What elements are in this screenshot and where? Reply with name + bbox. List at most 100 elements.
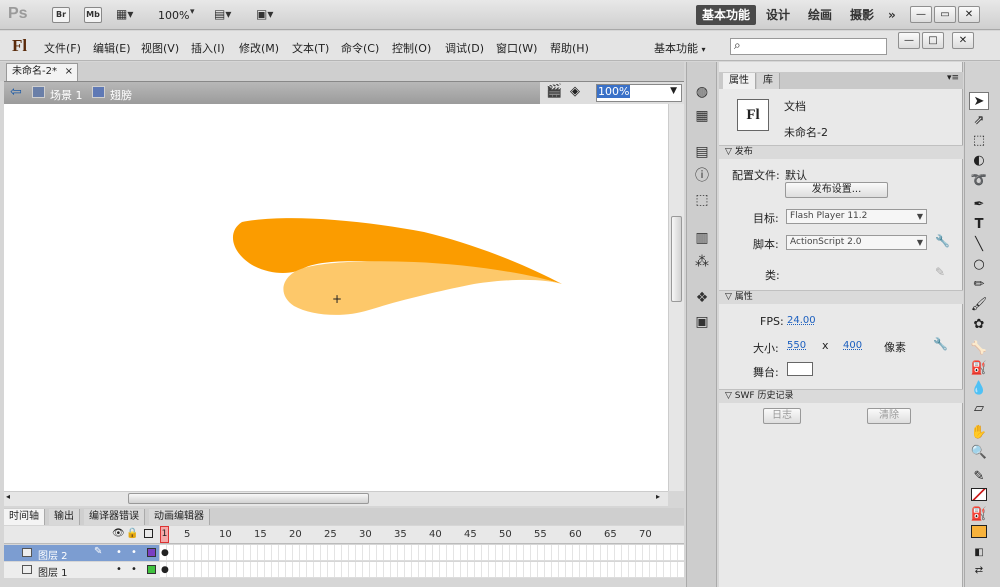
menu-text[interactable]: 文本(T) [292, 40, 329, 56]
menu-edit[interactable]: 编辑(E) [93, 40, 131, 56]
lock-icon[interactable]: 🔒 [126, 528, 138, 539]
horizontal-scroll-thumb[interactable] [128, 493, 369, 504]
pencil-tool-icon[interactable]: ✏ [969, 276, 989, 294]
oval-tool-icon[interactable]: ○ [969, 256, 989, 274]
stage-horizontal-scrollbar[interactable]: ◂ ▸ [4, 491, 668, 506]
playhead[interactable]: 1 [160, 526, 169, 543]
eyedropper-tool-icon[interactable]: 💧 [969, 380, 989, 398]
arrange-documents-icon[interactable]: ▤▾ [214, 7, 236, 23]
actionscript-settings-wrench-icon[interactable]: 🔧 [935, 234, 950, 248]
keyframe-dot[interactable]: ● [161, 565, 169, 575]
text-tool-icon[interactable]: T [969, 216, 989, 234]
visibility-dot[interactable]: • [116, 547, 122, 558]
pen-tool-icon[interactable]: ✒ [969, 196, 989, 214]
document-settings-wrench-icon[interactable]: 🔧 [933, 337, 948, 351]
scroll-right-icon[interactable]: ▸ [656, 492, 660, 501]
menu-view[interactable]: 视图(V) [141, 40, 179, 56]
menu-debug[interactable]: 调试(D) [445, 40, 484, 56]
tab-compiler-errors[interactable]: 编译器错误 [84, 509, 145, 525]
stage-width-value[interactable]: 550 [787, 340, 806, 351]
edit-class-pencil-icon[interactable]: ✎ [935, 265, 945, 279]
fl-minimize-button[interactable]: — [898, 32, 920, 49]
zoom-tool-icon[interactable]: 🔍 [969, 444, 989, 462]
3d-rotation-tool-icon[interactable]: ◐ [969, 152, 989, 170]
stroke-color-swatch[interactable] [971, 488, 987, 501]
workspace-switcher[interactable]: 基本功能 ▾ [654, 40, 706, 56]
mini-bridge-button[interactable]: Mb [84, 7, 102, 23]
components-icon[interactable]: ⁂ [694, 254, 710, 270]
workspace-photography[interactable]: 摄影 [844, 5, 880, 25]
deco-tool-icon[interactable]: ✿ [969, 316, 989, 334]
workspace-essentials[interactable]: 基本功能 [696, 5, 757, 25]
brush-tool-icon[interactable]: 🖌 [969, 296, 989, 314]
free-transform-tool-icon[interactable]: ⬚ [969, 132, 989, 150]
menu-help[interactable]: 帮助(H) [550, 40, 589, 56]
keyframe-dot[interactable]: ● [161, 548, 169, 558]
layer-row[interactable]: 图层 2 ✎ • • ● [4, 545, 684, 562]
menu-control[interactable]: 控制(O) [392, 40, 431, 56]
tab-output[interactable]: 输出 [49, 509, 80, 525]
edit-scene-icon[interactable]: 🎬 [546, 84, 562, 99]
tab-timeline[interactable]: 时间轴 [4, 509, 45, 525]
menu-commands[interactable]: 命令(C) [341, 40, 379, 56]
breadcrumb-scene[interactable]: 场景 1 [50, 87, 83, 103]
vertical-scroll-thumb[interactable] [671, 216, 682, 302]
close-icon[interactable]: × [65, 64, 73, 80]
selection-tool-icon[interactable]: ➤ [969, 92, 989, 110]
ps-restore-button[interactable]: ▭ [934, 6, 956, 23]
menu-modify[interactable]: 修改(M) [239, 40, 279, 56]
target-select[interactable]: Flash Player 11.2 ▼ [786, 209, 927, 224]
workspace-painting[interactable]: 绘画 [802, 5, 838, 25]
info-icon[interactable]: ⓘ [694, 168, 710, 184]
motion-presets-icon[interactable]: ◍ [694, 84, 710, 100]
stage-vertical-scrollbar[interactable] [668, 104, 684, 491]
stage-color-swatch[interactable] [787, 362, 813, 376]
bridge-button[interactable]: Br [52, 7, 70, 23]
visibility-dot[interactable]: • [116, 564, 122, 575]
screen-mode-icon[interactable]: ▣▾ [256, 7, 278, 23]
eye-icon[interactable]: 👁 [112, 528, 125, 539]
fl-close-button[interactable]: ✕ [952, 32, 974, 49]
edit-symbols-icon[interactable]: ◈ [570, 84, 580, 99]
stage-height-value[interactable]: 400 [843, 340, 862, 351]
stage-canvas[interactable]: + [4, 104, 668, 491]
hand-tool-icon[interactable]: ✋ [969, 424, 989, 442]
layer-outline-color[interactable] [147, 565, 156, 574]
clear-button[interactable]: 清除 [867, 408, 911, 424]
layer-row[interactable]: 图层 1 • • ● [4, 562, 684, 579]
breadcrumb-symbol[interactable]: 翅膀 [110, 87, 132, 103]
publish-settings-button[interactable]: 发布设置... [785, 182, 888, 198]
movie-explorer-icon[interactable]: ▣ [694, 314, 710, 330]
lock-dot[interactable]: • [131, 547, 137, 558]
lock-dot[interactable]: • [131, 564, 137, 575]
menu-window[interactable]: 窗口(W) [496, 40, 537, 56]
section-properties[interactable]: ▽ 属性 [719, 290, 963, 304]
document-tab[interactable]: 未命名-2* × [6, 63, 78, 81]
paint-bucket-tool-icon[interactable]: ⛽ [969, 360, 989, 378]
layer-outline-color[interactable] [147, 548, 156, 557]
help-search-input[interactable]: ⌕ [730, 38, 887, 55]
subselection-tool-icon[interactable]: ⇗ [969, 112, 989, 130]
layer-frames[interactable]: ● [160, 562, 684, 578]
section-publish[interactable]: ▽ 发布 [719, 145, 963, 159]
code-snippets-icon[interactable]: ▥ [694, 230, 710, 246]
fill-color-swatch[interactable] [971, 525, 987, 538]
menu-insert[interactable]: 插入(I) [191, 40, 225, 56]
align-icon[interactable]: ▤ [694, 144, 710, 160]
scroll-left-icon[interactable]: ◂ [6, 492, 10, 501]
tab-properties[interactable]: 属性 [723, 73, 756, 89]
view-extras-icon[interactable]: ▦▾ [116, 7, 138, 23]
panel-menu-icon[interactable]: ▾≡ [947, 73, 959, 83]
workspace-design[interactable]: 设计 [760, 5, 796, 25]
layer-frames[interactable]: ● [160, 545, 684, 561]
swatches-grid-icon[interactable]: ▦ [694, 108, 710, 124]
lasso-tool-icon[interactable]: ➰ [969, 172, 989, 190]
bone-tool-icon[interactable]: 🦴 [969, 340, 989, 358]
layer-name-cell[interactable]: 图层 2 ✎ • • [4, 545, 159, 562]
layer-name-cell[interactable]: 图层 1 • • [4, 562, 159, 579]
section-swf-history[interactable]: ▽ SWF 历史记录 [719, 389, 963, 403]
back-arrow-icon[interactable]: ⇦ [10, 84, 22, 100]
eraser-tool-icon[interactable]: ▱ [969, 400, 989, 418]
line-tool-icon[interactable]: ╲ [969, 236, 989, 254]
fl-restore-button[interactable]: □ [922, 32, 944, 49]
